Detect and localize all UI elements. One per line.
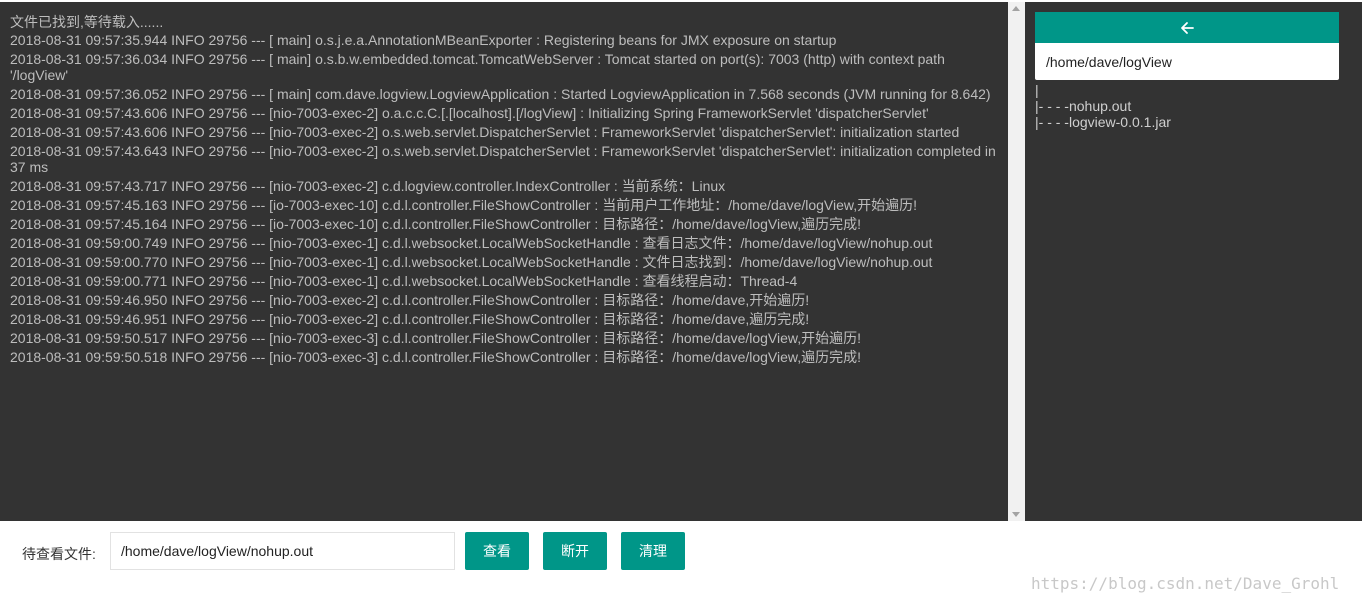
- disconnect-button[interactable]: 断开: [543, 532, 607, 570]
- log-scrollbar[interactable]: [1008, 2, 1025, 521]
- log-line: 2018-08-31 09:59:00.749 INFO 29756 --- […: [10, 235, 933, 251]
- control-bar: 待查看文件: 查看 断开 清理 https://blog.csdn.net/Da…: [0, 521, 1362, 605]
- file-label: 待查看文件:: [22, 546, 96, 562]
- log-line: 2018-08-31 09:57:45.163 INFO 29756 --- […: [10, 197, 918, 213]
- log-line: 2018-08-31 09:59:46.951 INFO 29756 --- […: [10, 311, 810, 327]
- scroll-up-arrow-icon[interactable]: [1012, 6, 1020, 11]
- tree-item-jar[interactable]: |- - - -logview-0.0.1.jar: [1035, 114, 1171, 130]
- back-button[interactable]: [1035, 12, 1339, 43]
- view-button[interactable]: 查看: [465, 532, 529, 570]
- log-line: 2018-08-31 09:57:36.034 INFO 29756 --- […: [10, 51, 945, 83]
- log-line: 2018-08-31 09:57:43.717 INFO 29756 --- […: [10, 178, 726, 194]
- current-path: /home/dave/logView: [1035, 43, 1339, 80]
- arrow-left-icon: [1181, 21, 1194, 34]
- log-line: 2018-08-31 09:57:43.606 INFO 29756 --- […: [10, 124, 960, 140]
- scroll-down-arrow-icon[interactable]: [1012, 512, 1020, 517]
- log-line: 2018-08-31 09:59:50.517 INFO 29756 --- […: [10, 330, 862, 346]
- file-path-input[interactable]: [110, 532, 455, 570]
- log-line: 文件已找到,等待载入......: [10, 14, 164, 30]
- log-line: 2018-08-31 09:57:43.606 INFO 29756 --- […: [10, 105, 929, 121]
- watermark: https://blog.csdn.net/Dave_Grohl: [1031, 574, 1340, 593]
- log-line: 2018-08-31 09:59:46.950 INFO 29756 --- […: [10, 292, 810, 308]
- log-line: 2018-08-31 09:57:35.944 INFO 29756 --- […: [10, 32, 837, 48]
- clear-button[interactable]: 清理: [621, 532, 685, 570]
- tree-item-root: |: [1035, 82, 1039, 98]
- tree-item-nohup[interactable]: |- - - -nohup.out: [1035, 98, 1171, 114]
- directory-panel: /home/dave/logView | |- - - -nohup.out |…: [1025, 2, 1362, 521]
- log-line: 2018-08-31 09:59:50.518 INFO 29756 --- […: [10, 349, 862, 365]
- log-output-panel: 文件已找到,等待载入...... 2018-08-31 09:57:35.944 …: [0, 2, 1008, 521]
- directory-tree: | |- - - -nohup.out |- - - -logview-0.0.…: [1035, 82, 1171, 130]
- log-line: 2018-08-31 09:57:36.052 INFO 29756 --- […: [10, 86, 991, 102]
- log-line: 2018-08-31 09:59:00.770 INFO 29756 --- […: [10, 254, 933, 270]
- log-line: 2018-08-31 09:59:00.771 INFO 29756 --- […: [10, 273, 798, 289]
- log-line: 2018-08-31 09:57:45.164 INFO 29756 --- […: [10, 216, 862, 232]
- log-lines: 文件已找到,等待载入...... 2018-08-31 09:57:35.944 …: [0, 2, 1008, 365]
- log-line: 2018-08-31 09:57:43.643 INFO 29756 --- […: [10, 143, 996, 175]
